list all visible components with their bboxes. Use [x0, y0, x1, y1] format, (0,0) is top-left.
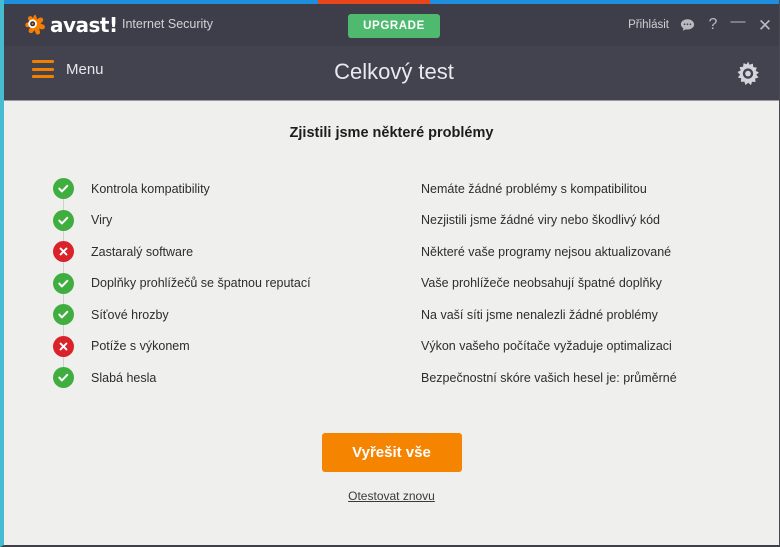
- scan-item-description: Některé vaše programy nejsou aktualizova…: [421, 244, 672, 259]
- table-row: Slabá hesla Bezpečnostní skóre vašich he…: [4, 362, 779, 394]
- title-bar-controls: Přihlásit ? — ✕: [628, 4, 774, 46]
- status-cell: [48, 330, 78, 362]
- table-row: Potíže s výkonem Výkon vašeho počítače v…: [4, 330, 779, 362]
- close-icon[interactable]: ✕: [756, 17, 774, 34]
- gear-icon[interactable]: [734, 60, 762, 88]
- retest-link[interactable]: Otestovat znovu: [4, 489, 779, 503]
- sub-header: Menu Celkový test: [4, 46, 779, 101]
- status-cell: [48, 299, 78, 331]
- table-row: Kontrola kompatibility Nemáte žádné prob…: [4, 173, 779, 205]
- scan-item-description: Výkon vašeho počítače vyžaduje optimaliz…: [421, 339, 672, 354]
- minimize-icon[interactable]: —: [730, 14, 746, 29]
- avast-logo-mark-icon: [20, 12, 47, 39]
- scan-item-description: Na vaší síti jsme nenalezli žádné problé…: [421, 307, 658, 322]
- check-circle-icon: [52, 367, 74, 389]
- scan-item-label: Kontrola kompatibility: [91, 181, 210, 196]
- scan-item-label: Doplňky prohlížečů se špatnou reputací: [91, 276, 311, 291]
- table-row: Síťové hrozby Na vaší síti jsme nenalezl…: [4, 299, 779, 331]
- title-bar: avast! Internet Security UPGRADE Přihlás…: [4, 4, 779, 46]
- sign-in-link[interactable]: Přihlásit: [628, 19, 669, 31]
- retest-link-label: Otestovat znovu: [348, 489, 435, 503]
- result-heading: Zjistili jsme některé problémy: [289, 125, 494, 141]
- x-circle-icon: [52, 241, 74, 263]
- scan-item-description: Nezjistili jsme žádné viry nebo škodlivý…: [421, 213, 660, 228]
- main-content: Zjistili jsme některé problémy Kontrola …: [4, 101, 779, 545]
- avast-window: avast! Internet Security UPGRADE Přihlás…: [0, 0, 780, 547]
- scan-item-description: Vaše prohlížeče neobsahují špatné doplňk…: [421, 276, 662, 291]
- status-cell: [48, 267, 78, 299]
- check-circle-icon: [52, 304, 74, 326]
- status-cell: [48, 362, 78, 394]
- status-cell: [48, 173, 78, 205]
- avast-wordmark: avast!: [50, 13, 118, 37]
- status-cell: [48, 204, 78, 236]
- upgrade-button[interactable]: UPGRADE: [348, 14, 440, 38]
- check-circle-icon: [52, 209, 74, 231]
- status-cell: [48, 236, 78, 268]
- scan-item-label: Viry: [91, 213, 113, 228]
- table-row: Doplňky prohlížečů se špatnou reputací V…: [4, 267, 779, 299]
- scan-item-label: Potíže s výkonem: [91, 339, 190, 354]
- scan-item-label: Zastaralý software: [91, 244, 194, 259]
- scan-item-description: Bezpečnostní skóre vašich hesel je: prům…: [421, 370, 677, 385]
- product-name: Internet Security: [122, 17, 214, 31]
- table-row: Viry Nezjistili jsme žádné viry nebo ško…: [4, 204, 779, 236]
- check-circle-icon: [52, 272, 74, 294]
- chat-bubble-icon[interactable]: [679, 17, 696, 34]
- x-circle-icon: [52, 335, 74, 357]
- table-row: Zastaralý software Některé vaše programy…: [4, 236, 779, 268]
- scan-item-label: Síťové hrozby: [91, 307, 169, 322]
- avast-logo: avast!: [20, 10, 118, 40]
- resolve-all-button[interactable]: Vyřešit vše: [321, 433, 462, 472]
- help-icon[interactable]: ?: [706, 17, 720, 33]
- scan-results-list: Kontrola kompatibility Nemáte žádné prob…: [4, 173, 779, 394]
- check-circle-icon: [52, 178, 74, 200]
- scan-item-description: Nemáte žádné problémy s kompatibilitou: [421, 181, 647, 196]
- scan-item-label: Slabá hesla: [91, 370, 157, 385]
- page-title: Celkový test: [334, 59, 454, 84]
